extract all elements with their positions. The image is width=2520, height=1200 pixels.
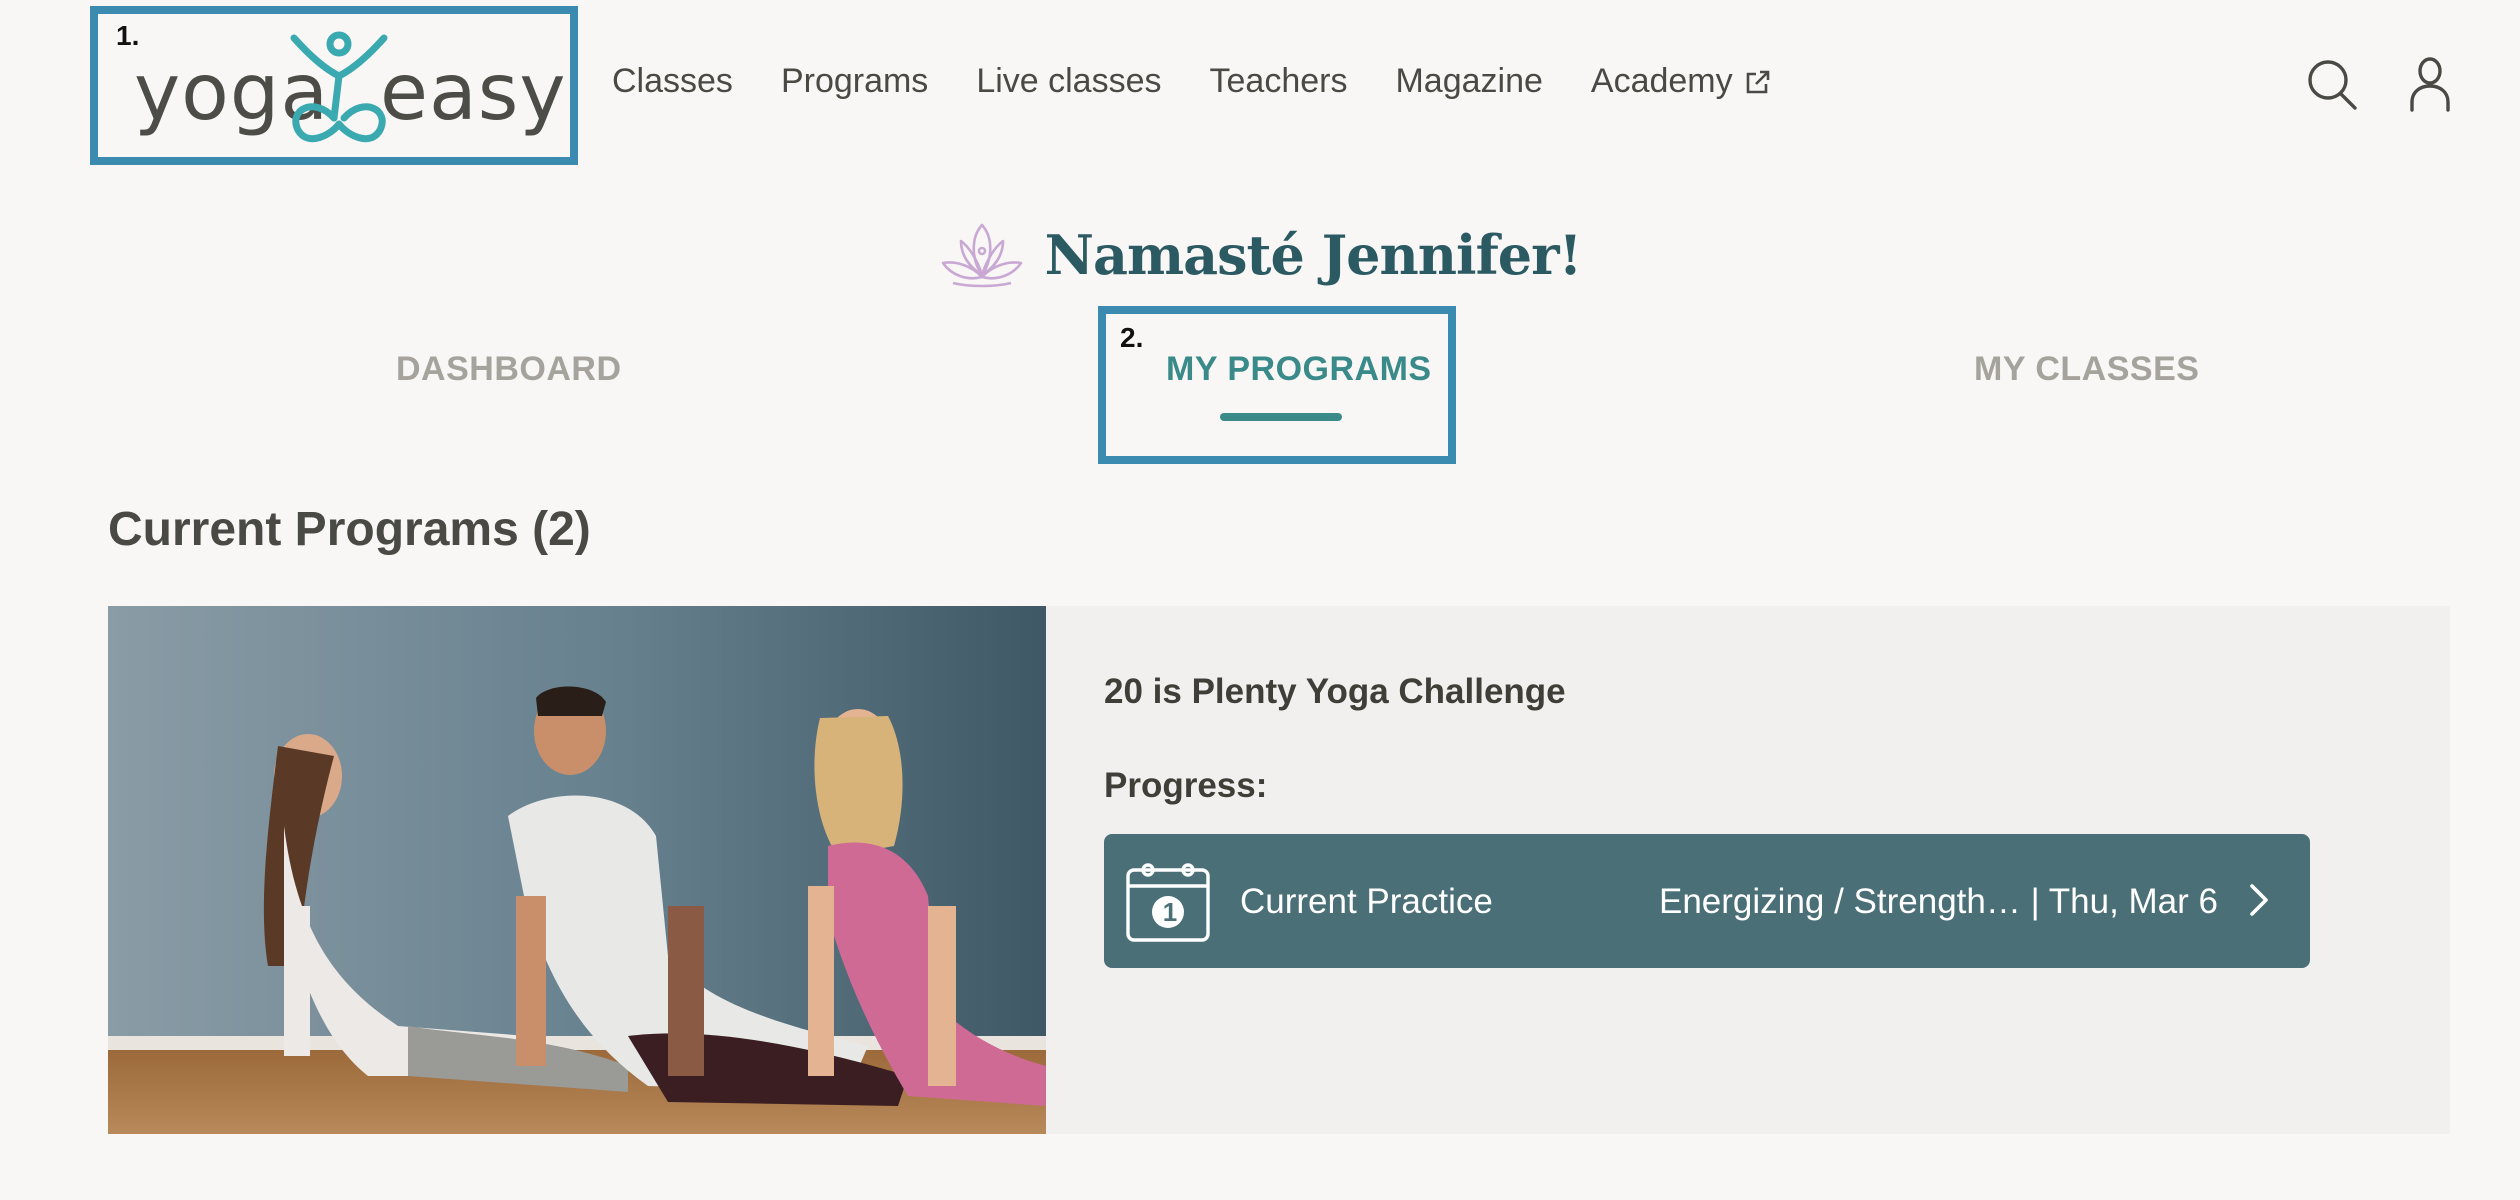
annotation-number: 2. (1120, 322, 1144, 353)
tab-dashboard[interactable]: DASHBOARD (396, 350, 622, 389)
search-icon[interactable] (2306, 56, 2358, 112)
nav-label: Academy (1590, 62, 1733, 100)
nav-live-classes[interactable]: Live classes (976, 62, 1161, 101)
tab-annotation-box: 2. (1098, 306, 1456, 464)
section-title: Current Programs (2) (108, 503, 591, 556)
lotus-icon (941, 223, 1022, 288)
calendar-day-number: 1 (1162, 897, 1178, 927)
page: 1. yoga easy Classes Programs Live class… (0, 0, 2520, 1200)
user-icon[interactable] (2404, 56, 2456, 112)
nav-magazine[interactable]: Magazine (1395, 62, 1542, 101)
nav-label: Teachers (1209, 62, 1348, 100)
nav-label: Programs (780, 62, 929, 100)
nav-teachers[interactable]: Teachers (1210, 62, 1348, 101)
header: 1. yoga easy Classes Programs Live class… (0, 0, 2520, 180)
logo-text-easy: easy (380, 48, 567, 138)
yoga-figure-icon (290, 31, 388, 143)
progress-label: Progress: (1104, 766, 1268, 805)
current-practice-button[interactable]: 1 Current Practice Energizing / Strength… (1104, 834, 2310, 968)
greeting: Namasté Jennifer! (0, 215, 2520, 295)
program-image (108, 606, 1046, 1134)
yoga-class-photo (108, 606, 1046, 1134)
nav-classes[interactable]: Classes (612, 62, 733, 101)
main-nav: Classes Programs Live classes Teachers M… (612, 62, 1771, 101)
nav-label: Live classes (976, 62, 1162, 100)
program-card[interactable]: 20 is Plenty Yoga Challenge Progress: 1 … (108, 606, 2450, 1134)
logo-annotation-box: 1. yoga easy (90, 6, 578, 165)
nav-academy[interactable]: Academy (1591, 62, 1771, 101)
nav-label: Classes (612, 62, 733, 100)
external-link-icon (1746, 70, 1769, 93)
nav-label: Magazine (1395, 62, 1543, 100)
tab-my-classes[interactable]: MY CLASSES (1974, 350, 2199, 389)
yogaeasy-logo[interactable]: yoga easy (134, 20, 566, 160)
current-practice-label: Current Practice (1240, 882, 1493, 921)
program-title: 20 is Plenty Yoga Challenge (1104, 672, 1566, 711)
header-actions (2306, 56, 2456, 112)
current-practice-detail: Energizing / Strength… | Thu, Mar 6 (1659, 882, 2218, 921)
greeting-title: Namasté Jennifer! (1044, 223, 1583, 287)
chevron-right-icon (2250, 884, 2268, 916)
nav-programs[interactable]: Programs (781, 62, 928, 101)
